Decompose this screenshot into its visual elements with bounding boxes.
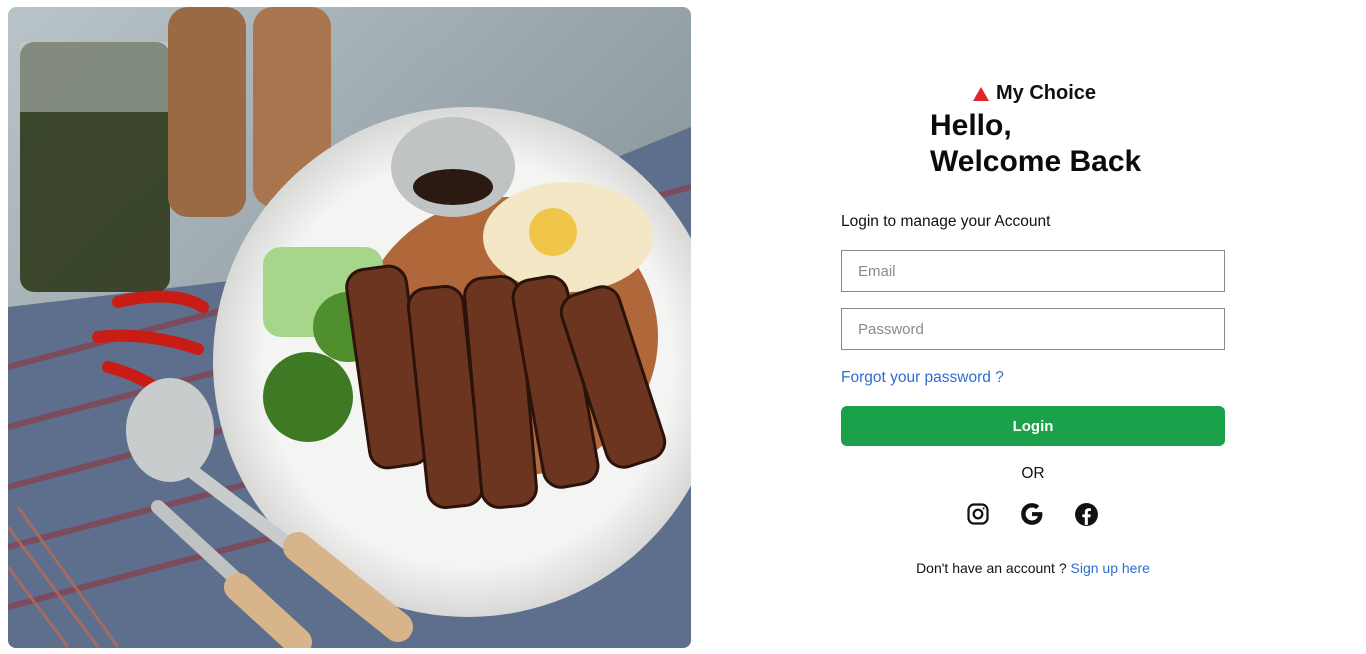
social-login-row [965, 501, 1099, 527]
facebook-icon[interactable] [1073, 501, 1099, 527]
password-field[interactable] [842, 309, 1224, 349]
forgot-password-link[interactable]: Forgot your password ? [841, 369, 1004, 387]
email-field-wrapper [841, 250, 1225, 292]
greeting-heading: Hello, Welcome Back [930, 108, 1141, 180]
brand-name: My Choice [996, 82, 1097, 104]
signup-text: Don't have an account ? [916, 560, 1067, 576]
signup-link[interactable]: Sign up here [1071, 560, 1150, 576]
or-divider: OR [1021, 465, 1045, 482]
login-subtitle: Login to manage your Account [841, 213, 1051, 230]
hero-food-image [8, 7, 691, 648]
triangle-logo-icon [973, 86, 989, 101]
google-icon[interactable] [1019, 501, 1045, 527]
brand: My Choice [973, 82, 1096, 105]
signup-prompt: Don't have an account ? Sign up here [841, 560, 1225, 576]
greeting-line2: Welcome Back [930, 145, 1142, 178]
greeting-line1: Hello, [930, 109, 1012, 142]
password-field-wrapper [841, 308, 1225, 350]
email-field[interactable] [842, 251, 1224, 291]
login-button[interactable]: Login [841, 406, 1225, 446]
instagram-icon[interactable] [965, 501, 991, 527]
login-panel: My Choice Hello, Welcome Back Login to m… [841, 0, 1225, 654]
